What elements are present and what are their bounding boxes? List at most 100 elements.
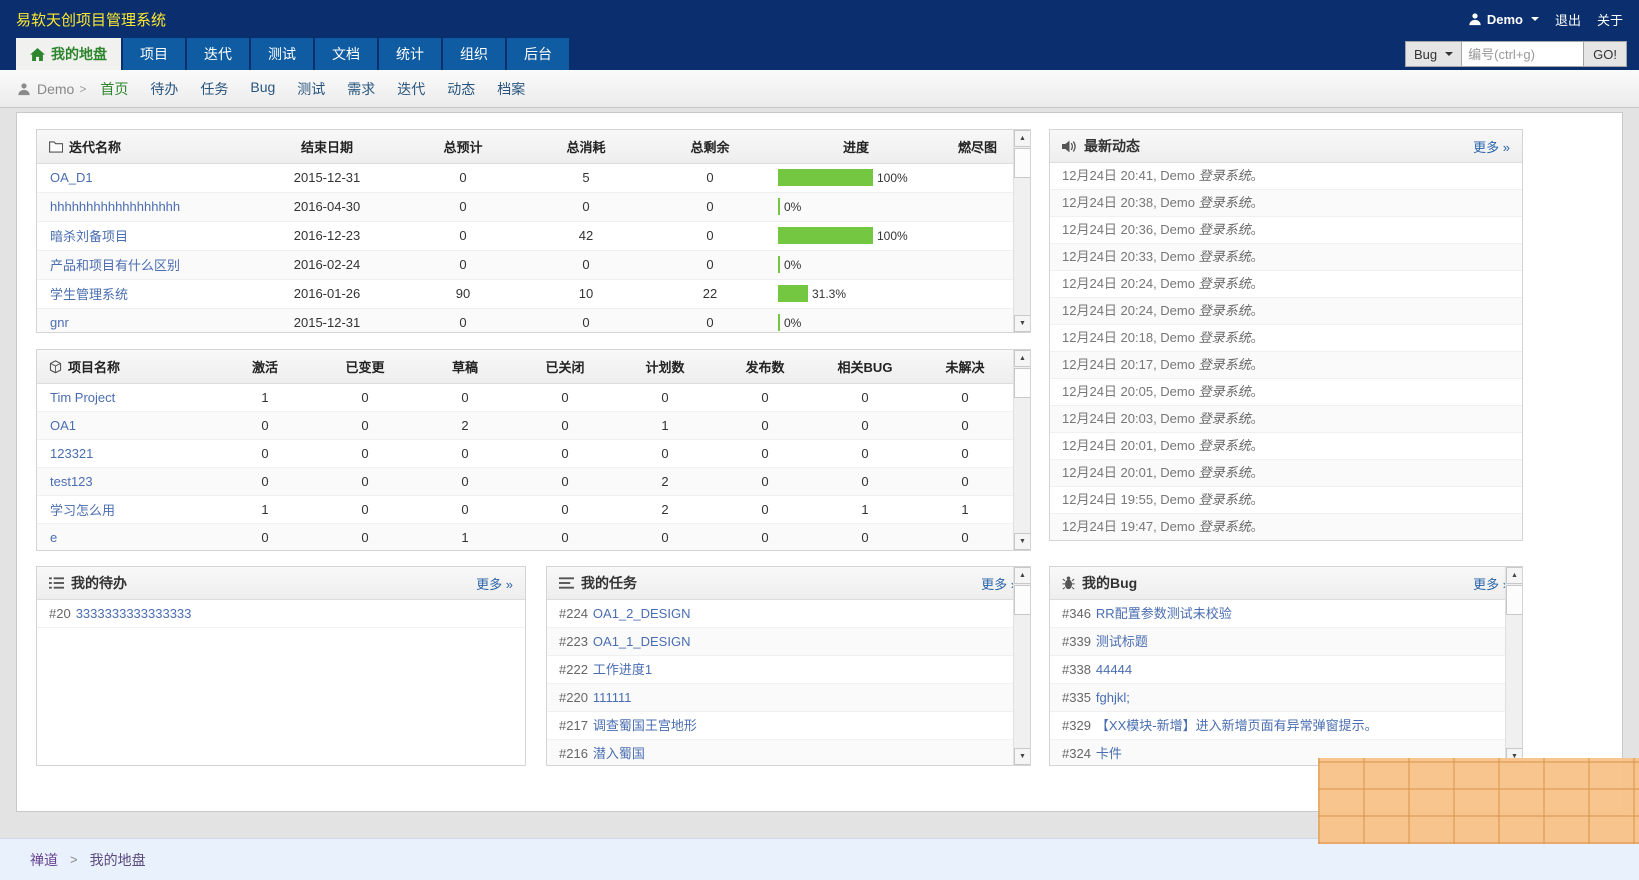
- user-menu[interactable]: Demo: [1468, 12, 1539, 27]
- item-title-link[interactable]: 44444: [1096, 662, 1132, 677]
- activity-suffix: 。: [1251, 357, 1264, 372]
- scroll-thumb[interactable]: [1014, 585, 1031, 615]
- project-name-link[interactable]: Tim Project: [50, 390, 115, 405]
- footer-separator: >: [70, 852, 78, 867]
- project-name-link[interactable]: 学习怎么用: [50, 503, 115, 518]
- bug-item: #33844444: [1050, 656, 1522, 684]
- iteration-name-link[interactable]: hhhhhhhhhhhhhhhhhh: [50, 199, 180, 214]
- item-title-link[interactable]: 测试标题: [1096, 634, 1148, 649]
- column-header: 总预计: [402, 130, 524, 163]
- iteration-name-link[interactable]: 暗杀刘备项目: [50, 229, 128, 244]
- tasks-panel-title: 我的任务: [581, 573, 637, 593]
- vertical-scrollbar[interactable]: ▲ ▼: [1013, 350, 1030, 550]
- iteration-name-link[interactable]: gnr: [50, 315, 69, 330]
- breadcrumb-link[interactable]: 动态: [447, 79, 475, 99]
- scroll-thumb[interactable]: [1506, 585, 1523, 615]
- breadcrumb-user: Demo: [37, 81, 74, 97]
- scroll-up-button[interactable]: ▲: [1014, 130, 1031, 147]
- item-title-link[interactable]: RR配置参数测试未校验: [1096, 606, 1232, 621]
- scroll-down-button[interactable]: ▼: [1014, 533, 1031, 550]
- nav-tab[interactable]: 文档: [315, 38, 377, 70]
- nav-tab[interactable]: 我的地盘: [16, 38, 121, 70]
- progress-cell: 31.3%: [772, 279, 940, 308]
- bug-item: #339测试标题: [1050, 628, 1522, 656]
- table-cell: 90: [402, 279, 524, 308]
- breadcrumb-link[interactable]: 需求: [347, 79, 375, 99]
- item-title-link[interactable]: 【XX模块-新增】进入新增页面有异常弹窗提示。: [1096, 718, 1378, 733]
- burndown-cell: [940, 308, 1015, 333]
- iteration-name-cell: OA_D1: [37, 163, 252, 192]
- table-cell: 0: [648, 250, 772, 279]
- scroll-up-button[interactable]: ▲: [1506, 567, 1523, 584]
- home-icon: [30, 48, 45, 61]
- breadcrumb-link[interactable]: 首页: [100, 79, 128, 99]
- vertical-scrollbar[interactable]: ▲ ▼: [1013, 130, 1030, 332]
- breadcrumb-link[interactable]: 待办: [150, 79, 178, 99]
- breadcrumb-link[interactable]: 档案: [497, 79, 525, 99]
- item-title-link[interactable]: 3333333333333333: [76, 606, 192, 621]
- logout-link[interactable]: 退出: [1555, 10, 1581, 29]
- iteration-name-link[interactable]: OA_D1: [50, 170, 93, 185]
- nav-tab-label: 迭代: [204, 44, 232, 64]
- item-id: #346: [1062, 606, 1091, 621]
- breadcrumb-link[interactable]: 迭代: [397, 79, 425, 99]
- todo-more-link[interactable]: 更多 »: [476, 574, 513, 593]
- scroll-down-button[interactable]: ▼: [1014, 315, 1031, 332]
- nav-tab[interactable]: 后台: [507, 38, 569, 70]
- item-title-link[interactable]: 调查蜀国王宫地形: [593, 718, 697, 733]
- breadcrumb-link[interactable]: 任务: [200, 79, 228, 99]
- nav-tab[interactable]: 统计: [379, 38, 441, 70]
- table-row: 12332100000000: [37, 439, 1015, 467]
- activity-item: 12月24日 20:33, Demo 登录系统。: [1050, 244, 1522, 271]
- table-cell: 0: [515, 523, 615, 551]
- iteration-name-link[interactable]: 产品和项目有什么区别: [50, 258, 180, 273]
- footer-zentao-link[interactable]: 禅道: [30, 850, 58, 870]
- iteration-name-cell: 暗杀刘备项目: [37, 221, 252, 250]
- activity-item: 12月24日 20:24, Demo 登录系统。: [1050, 271, 1522, 298]
- dynamics-panel-header: 最新动态 更多 »: [1050, 130, 1522, 163]
- item-title-link[interactable]: 潜入蜀国: [593, 746, 645, 761]
- scroll-thumb[interactable]: [1014, 368, 1031, 398]
- activity-action: 登录系统: [1199, 357, 1251, 372]
- vertical-scrollbar[interactable]: ▲ ▼: [1505, 567, 1522, 765]
- table-cell: 0: [415, 467, 515, 495]
- activity-time: 12月24日 20:33, Demo: [1062, 249, 1199, 264]
- user-name: Demo: [1487, 12, 1523, 27]
- item-title-link[interactable]: 111111: [593, 690, 632, 705]
- activity-suffix: 。: [1251, 384, 1264, 399]
- nav-tab[interactable]: 组织: [443, 38, 505, 70]
- scroll-up-button[interactable]: ▲: [1014, 567, 1031, 584]
- breadcrumb-link[interactable]: Bug: [250, 79, 275, 99]
- project-name-link[interactable]: OA1: [50, 418, 76, 433]
- nav-tab[interactable]: 迭代: [187, 38, 249, 70]
- scroll-thumb[interactable]: [1014, 148, 1031, 178]
- breadcrumb-link[interactable]: 测试: [297, 79, 325, 99]
- scroll-down-button[interactable]: ▼: [1014, 748, 1031, 765]
- project-name-link[interactable]: e: [50, 530, 57, 545]
- nav-tab[interactable]: 项目: [123, 38, 185, 70]
- item-title-link[interactable]: OA1_2_DESIGN: [593, 606, 691, 621]
- footer-page-link[interactable]: 我的地盘: [90, 850, 146, 870]
- scroll-up-button[interactable]: ▲: [1014, 350, 1031, 367]
- vertical-scrollbar[interactable]: ▲ ▼: [1013, 567, 1030, 765]
- column-header: 结束日期: [252, 130, 402, 163]
- column-header: 燃尽图: [940, 130, 1015, 163]
- project-name-link[interactable]: test123: [50, 474, 93, 489]
- column-header: 已关闭: [515, 350, 615, 383]
- project-name-link[interactable]: 123321: [50, 446, 93, 461]
- about-link[interactable]: 关于: [1597, 10, 1623, 29]
- activity-time: 12月24日 19:55, Demo: [1062, 492, 1199, 507]
- bug-icon: [1062, 576, 1075, 590]
- item-title-link[interactable]: OA1_1_DESIGN: [593, 634, 691, 649]
- nav-tab[interactable]: 测试: [251, 38, 313, 70]
- search-go-button[interactable]: GO!: [1584, 41, 1627, 67]
- progress-cell: 0%: [772, 308, 940, 333]
- search-module-dropdown[interactable]: Bug: [1405, 41, 1462, 67]
- iteration-name-link[interactable]: 学生管理系统: [50, 287, 128, 302]
- search-input[interactable]: [1462, 41, 1584, 67]
- item-title-link[interactable]: 工作进度1: [593, 662, 652, 677]
- table-row: gnr2015-12-310000%: [37, 308, 1015, 333]
- item-title-link[interactable]: 卡件: [1096, 746, 1122, 761]
- item-title-link[interactable]: fghjkl;: [1096, 690, 1130, 705]
- dynamics-more-link[interactable]: 更多 »: [1473, 137, 1510, 156]
